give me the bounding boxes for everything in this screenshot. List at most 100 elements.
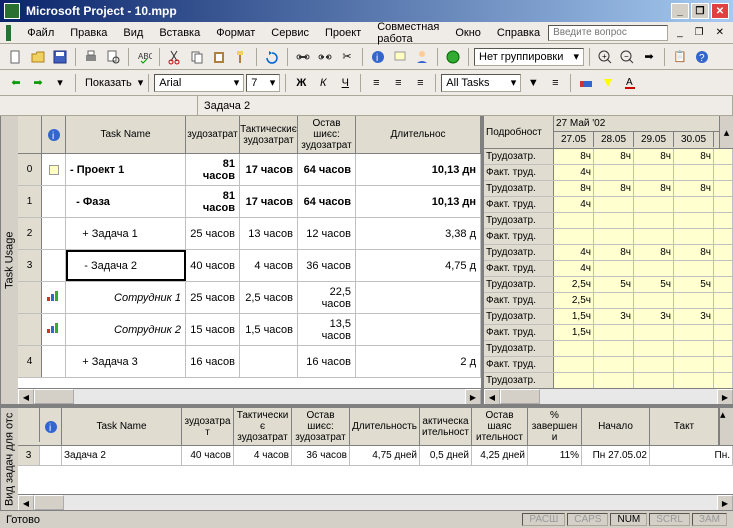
task-name-cell[interactable]: Сотрудник 2 [66,314,186,345]
timephased-cell[interactable] [594,197,634,212]
remain-cell[interactable]: 13,5 часов [298,314,356,345]
timephased-cell[interactable]: 8ч [634,181,674,196]
timephased-cell[interactable] [634,261,674,276]
b-col-start[interactable]: Начало [582,408,650,445]
b-row-adur[interactable]: 0,5 дней [420,446,472,465]
fill-color-button[interactable] [598,73,618,93]
task-row[interactable]: 2 + Задача 125 часов13 часов12 часов3,38… [18,218,481,250]
timephased-cell[interactable] [674,213,714,228]
back-button[interactable]: ⬅ [6,73,26,93]
close-button[interactable]: ✕ [711,3,729,19]
timephased-cell[interactable] [554,373,594,388]
timephased-row[interactable]: Факт. труд. [484,229,733,245]
timephased-cell[interactable]: 3ч [634,309,674,324]
b-row-actual[interactable]: 4 часов [234,446,292,465]
actual-cell[interactable]: 4 часов [240,250,298,281]
actual-cell[interactable] [240,346,298,377]
size-select[interactable]: 7▾ [246,74,280,92]
copy-picture-button[interactable]: 📋 [670,47,690,67]
print-button[interactable] [81,47,101,67]
timephased-cell[interactable]: 8ч [674,181,714,196]
undo-button[interactable] [262,47,282,67]
left-h-scroll[interactable]: ◀ ▶ [18,388,481,404]
actual-cell[interactable]: 2,5 часов [240,282,298,313]
scroll-thumb-r[interactable] [500,389,540,404]
task-name-cell[interactable]: Сотрудник 1 [66,282,186,313]
remain-cell[interactable]: 16 часов [298,346,356,377]
link-button[interactable] [293,47,313,67]
col-actual-work[interactable]: Тактическиє зудозатрат [240,116,298,153]
font-select[interactable]: Arial▾ [154,74,244,92]
row-id[interactable]: 4 [18,346,42,377]
forward-button[interactable]: ➡ [28,73,48,93]
timephased-cell[interactable] [634,373,674,388]
work-cell[interactable]: 40 часов [186,250,240,281]
menu-collab[interactable]: Совместная работа [369,19,447,47]
bold-button[interactable]: Ж [291,73,311,93]
scroll-up[interactable]: ▴ [719,116,733,148]
align-center-button[interactable]: ≡ [388,73,408,93]
timephased-cell[interactable]: 2,5ч [554,277,594,292]
italic-button[interactable]: К [313,73,333,93]
timephased-cell[interactable]: 8ч [594,181,634,196]
row-id[interactable]: 3 [18,250,42,281]
doc-close[interactable]: ✕ [713,27,727,38]
task-name-cell[interactable]: + Задача 1 [66,218,186,249]
align-left-button[interactable]: ≡ [366,73,386,93]
b-col-name[interactable]: Task Name [62,408,182,445]
timephased-cell[interactable]: 5ч [674,277,714,292]
doc-minimize[interactable]: _ [674,27,686,38]
b-scroll-up[interactable]: ▴ [719,408,733,445]
timephased-cell[interactable] [634,229,674,244]
remain-cell[interactable]: 22,5 часов [298,282,356,313]
timephased-cell[interactable] [674,197,714,212]
timephased-cell[interactable] [634,357,674,372]
timephased-cell[interactable] [634,341,674,356]
menu-insert[interactable]: Вставка [151,25,208,41]
task-name-cell[interactable]: - Задача 2 [66,250,186,281]
dur-cell[interactable] [356,314,481,345]
timephased-row[interactable]: Трудозатр.2,5ч5ч5ч5ч [484,277,733,293]
show-label[interactable]: Показать [81,77,136,89]
bottom-data-row[interactable]: 3 Задача 2 40 часов 4 часов 36 часов 4,7… [18,446,733,466]
task-row[interactable]: 1 - Фаза81 часов17 часов64 часов10,13 дн [18,186,481,218]
assign-button[interactable] [412,47,432,67]
right-h-scroll[interactable]: ◀ ▶ [484,388,733,404]
timephased-row[interactable]: Факт. труд.1,5ч [484,325,733,341]
b-info-hdr[interactable]: i [40,408,62,445]
timephased-cell[interactable] [594,229,634,244]
work-cell[interactable]: 25 часов [186,282,240,313]
timephased-cell[interactable]: 8ч [634,149,674,164]
timephased-cell[interactable]: 8ч [594,245,634,260]
b-row-dur[interactable]: 4,75 дней [350,446,420,465]
goto-button[interactable]: ➡ [639,47,659,67]
print-preview-button[interactable] [103,47,123,67]
menu-edit[interactable]: Правка [62,25,115,41]
timephased-row[interactable]: Трудозатр. [484,341,733,357]
info-header[interactable]: i [42,116,66,153]
detail-header[interactable]: Подробност [484,116,554,148]
note-button[interactable] [390,47,410,67]
row-id[interactable]: 2 [18,218,42,249]
col-remain-work[interactable]: Остав шиєс: зудозатрат [298,116,356,153]
work-cell[interactable]: 15 часов [186,314,240,345]
timephased-row[interactable]: Трудозатр.4ч8ч8ч8ч [484,245,733,261]
help-question-input[interactable] [548,25,668,41]
timephased-cell[interactable] [594,293,634,308]
paste-button[interactable] [209,47,229,67]
timephased-cell[interactable]: 3ч [594,309,634,324]
b-col-remain[interactable]: Остав шиєс: зудозатрат [292,408,350,445]
timephased-cell[interactable]: 8ч [634,245,674,260]
b-col-actual[interactable]: Тактическиє зудозатрат [234,408,292,445]
actual-cell[interactable]: 17 часов [240,186,298,217]
timephased-cell[interactable]: 4ч [554,245,594,260]
view-tab-task-usage[interactable]: Task Usage [0,116,18,404]
timephased-cell[interactable] [634,325,674,340]
b-col-rdur[interactable]: Остав шаяс ительност [472,408,528,445]
b-row-name[interactable]: Задача 2 [62,446,182,465]
timephased-cell[interactable] [674,293,714,308]
row-id[interactable] [18,314,42,345]
timephased-cell[interactable]: 8ч [674,149,714,164]
timephased-cell[interactable]: 4ч [554,261,594,276]
timephased-cell[interactable]: 4ч [554,197,594,212]
